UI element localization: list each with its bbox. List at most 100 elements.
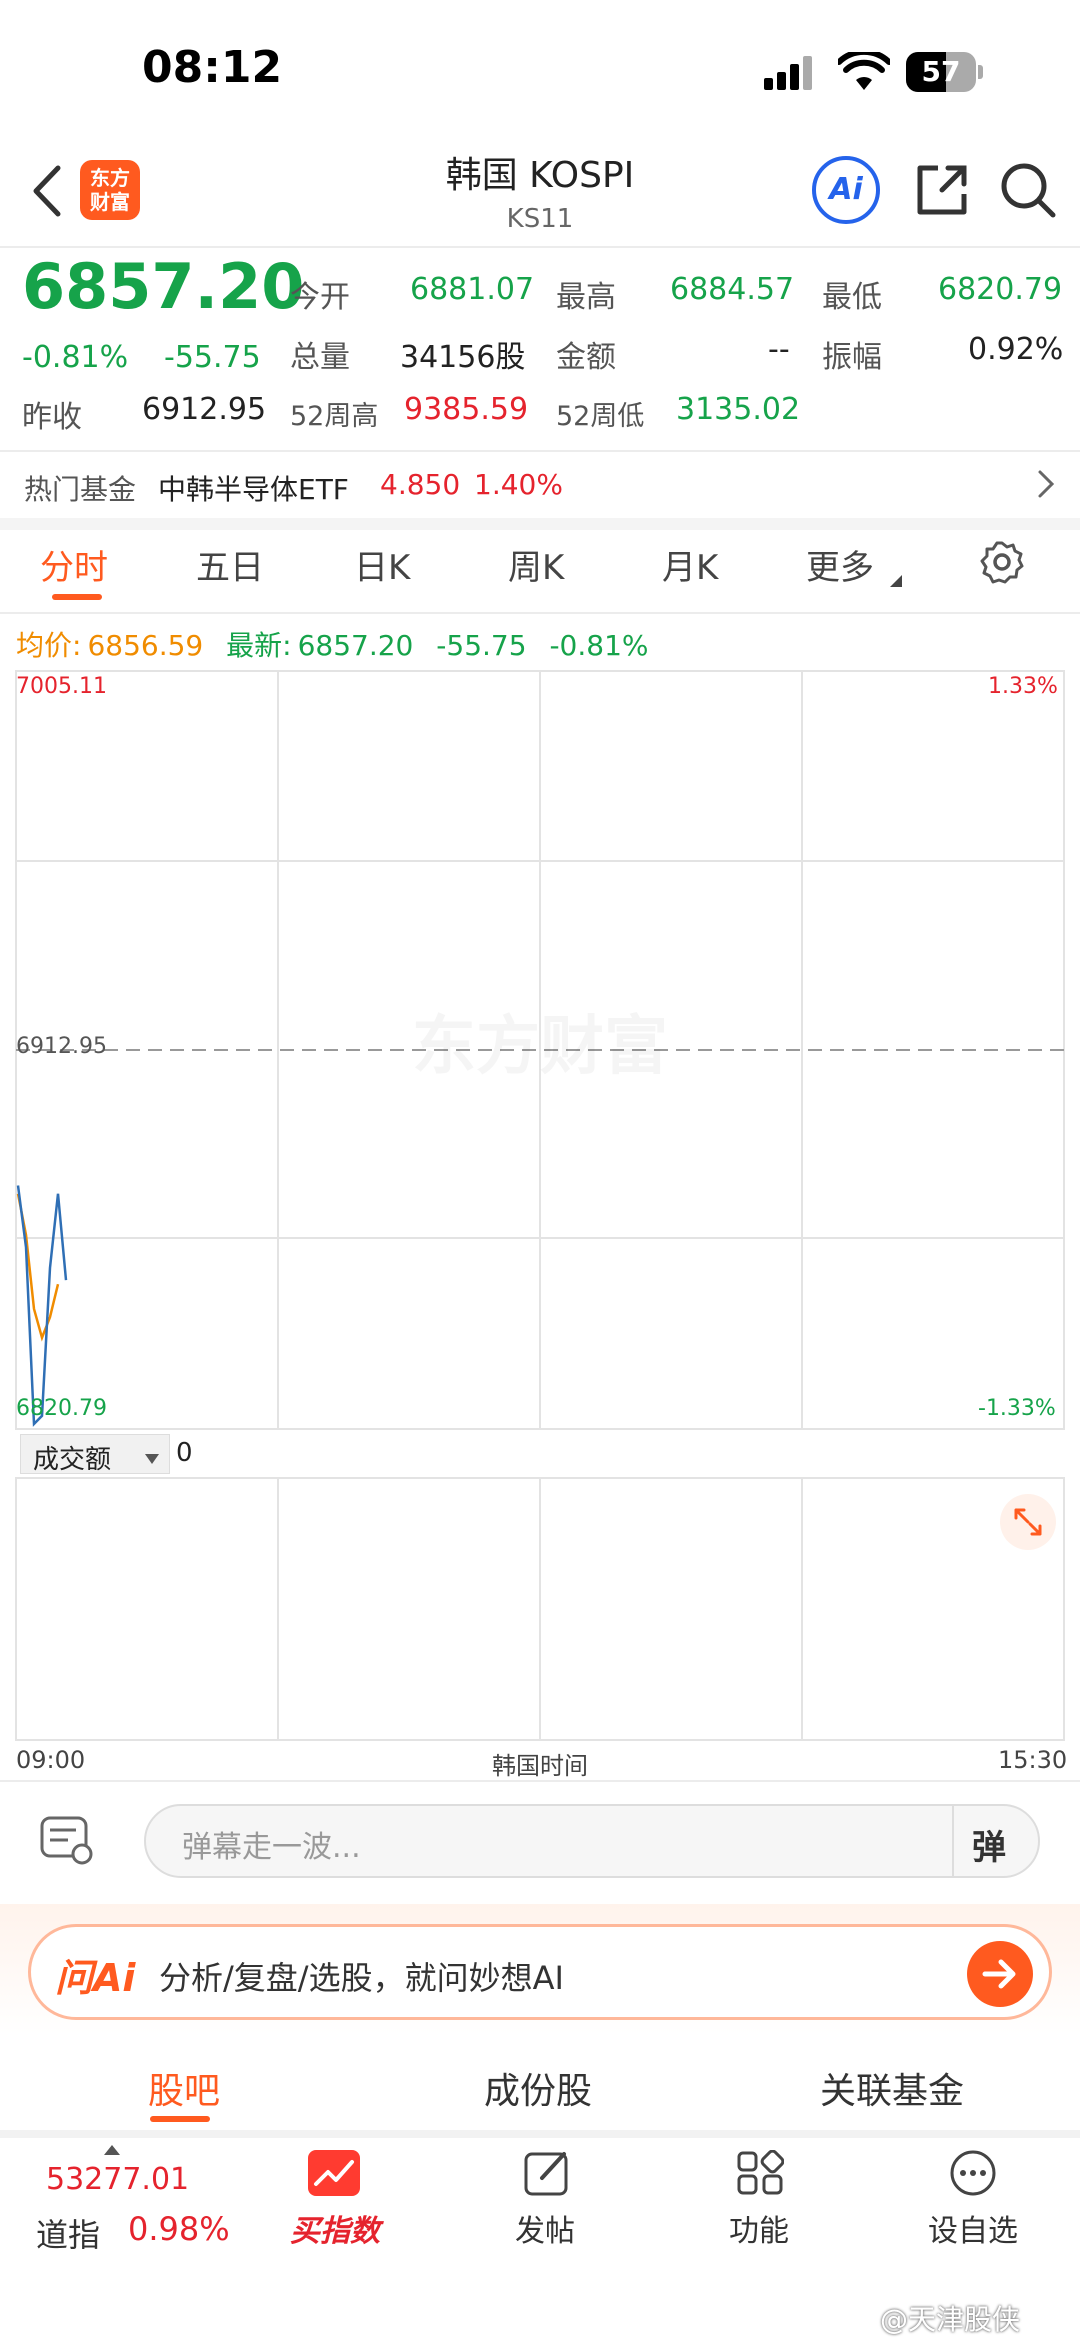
section-tab-underline xyxy=(150,2116,210,2122)
ticker-name: 道指 xyxy=(36,2216,101,2254)
nav-buy-index[interactable]: 买指数 xyxy=(270,2146,400,2276)
avg-label: 均价: xyxy=(16,629,82,662)
section-gap xyxy=(0,518,1080,530)
price-line xyxy=(16,1185,68,1427)
more-icon xyxy=(948,2148,998,2202)
share-icon[interactable] xyxy=(912,160,972,224)
amplitude-label: 振幅 xyxy=(822,340,882,375)
chart-info-line: 均价: 6856.59 最新: 6857.20 -55.75 -0.81% xyxy=(16,624,649,664)
amount-label: 金额 xyxy=(556,340,616,375)
latest-value: 6857.20 xyxy=(297,629,414,662)
open-label: 今开 xyxy=(290,280,350,315)
hot-fund-row[interactable]: 热门基金 中韩半导体ETF 4.850 1.40% xyxy=(0,452,1080,518)
volume-chart xyxy=(0,1476,1080,1742)
intraday-chart[interactable]: 东方财富 7005.11 6912.95 6820.79 1.33% -1.33… xyxy=(0,668,1080,1432)
open-value: 6881.07 xyxy=(410,272,535,307)
danmaku-separator xyxy=(952,1806,954,1876)
y-axis-bottom: 6820.79 xyxy=(16,1396,107,1421)
battery-icon: 57 xyxy=(906,52,983,92)
nav-post-label: 发帖 xyxy=(515,2214,575,2249)
volume-selector-label: 成交额 xyxy=(33,1445,112,1475)
ask-ai-bar[interactable]: 问Ai 分析/复盘/选股，就问妙想AI xyxy=(28,1924,1052,2020)
tab-monthly-k[interactable]: 月K xyxy=(662,540,718,589)
danmaku-toggle-button[interactable]: 弹 xyxy=(972,1820,1006,1869)
hot-fund-pct: 1.40% xyxy=(474,468,563,501)
volume-label: 总量 xyxy=(290,340,350,375)
status-time: 08:12 xyxy=(142,42,283,93)
danmaku-settings-icon[interactable] xyxy=(38,1812,96,1874)
w52-high-label: 52周高 xyxy=(290,401,379,432)
x-axis-end: 15:30 xyxy=(998,1746,1068,1774)
ticker-pct: 0.98% xyxy=(128,2210,230,2248)
danmaku-input[interactable]: 弹幕走一波... 弹 xyxy=(144,1804,1040,1878)
volume-value: 34156股 xyxy=(400,340,526,375)
tab-underline xyxy=(52,594,102,600)
amplitude-value: 0.92% xyxy=(968,332,1064,367)
caret-down-icon xyxy=(890,572,902,591)
nav-buy-index-label: 买指数 xyxy=(290,2214,380,2249)
latest-change: -55.75 xyxy=(436,629,527,662)
header-divider xyxy=(0,246,1080,248)
volume-selector[interactable]: 成交额 xyxy=(20,1434,170,1475)
w52-high-value: 9385.59 xyxy=(404,392,529,427)
ask-ai-logo: 问Ai xyxy=(55,1956,136,2000)
hot-fund-name: 中韩半导体ETF xyxy=(158,473,349,506)
ai-button[interactable]: Ai xyxy=(812,156,880,224)
tab-five-day[interactable]: 五日 xyxy=(196,540,264,589)
wifi-icon xyxy=(836,48,892,96)
pct-axis-bottom: -1.33% xyxy=(978,1396,1056,1421)
y-axis-top: 7005.11 xyxy=(16,674,107,699)
volume-panel-value: 0 xyxy=(176,1438,193,1468)
latest-label: 最新: xyxy=(226,629,292,662)
nav-functions[interactable]: 功能 xyxy=(694,2146,824,2276)
tabs-divider xyxy=(0,612,1080,614)
danmaku-placeholder: 弹幕走一波... xyxy=(182,1830,361,1865)
expand-icon[interactable] xyxy=(1000,1494,1056,1550)
search-icon[interactable] xyxy=(998,160,1058,224)
tab-constituents[interactable]: 成份股 xyxy=(484,2062,592,2114)
w52-low-label: 52周低 xyxy=(556,401,645,432)
change-amount: -55.75 xyxy=(164,340,261,375)
tab-related-funds[interactable]: 关联基金 xyxy=(820,2062,964,2114)
chart-canvas: 东方财富 xyxy=(15,670,1065,1430)
x-axis-label: 韩国时间 xyxy=(492,1752,588,1780)
nav-divider xyxy=(0,2130,1080,2138)
watermark-logo: 东方财富 xyxy=(412,1010,668,1084)
nav-add-watchlist[interactable]: 设自选 xyxy=(908,2146,1038,2276)
signal-icon xyxy=(764,56,814,94)
change-percent: -0.81% xyxy=(22,340,129,375)
low-label: 最低 xyxy=(822,280,882,315)
nav-add-watchlist-label: 设自选 xyxy=(928,2214,1018,2249)
w52-low-value: 3135.02 xyxy=(676,392,801,427)
tab-weekly-k[interactable]: 周K xyxy=(508,540,564,589)
gear-icon[interactable] xyxy=(980,540,1024,588)
battery-level: 57 xyxy=(921,55,961,88)
edit-icon xyxy=(522,2148,572,2202)
low-value: 6820.79 xyxy=(938,272,1063,307)
current-price: 6857.20 xyxy=(22,250,305,323)
ask-ai-prompt: 分析/复盘/选股，就问妙想AI xyxy=(159,1959,564,1997)
y-axis-mid: 6912.95 xyxy=(16,1034,107,1059)
ticker-price: 53277.01 xyxy=(46,2162,190,2197)
chart-bottom-divider xyxy=(0,1780,1080,1782)
latest-pct: -0.81% xyxy=(549,629,649,662)
arrow-right-icon[interactable] xyxy=(967,1941,1033,2007)
amount-value: -- xyxy=(768,332,790,367)
prev-close-label: 昨收 xyxy=(22,400,82,435)
hot-fund-price: 4.850 xyxy=(380,468,461,501)
avg-value: 6856.59 xyxy=(87,629,204,662)
tab-more[interactable]: 更多 xyxy=(806,540,874,589)
nav-post[interactable]: 发帖 xyxy=(480,2146,610,2276)
high-value: 6884.57 xyxy=(670,272,795,307)
index-ticker[interactable]: 53277.01 道指 0.98% xyxy=(0,2140,230,2280)
prev-close-value: 6912.95 xyxy=(142,392,267,427)
avg-price-line xyxy=(16,1193,60,1342)
nav-functions-label: 功能 xyxy=(729,2214,789,2249)
image-watermark: @天津股侠 xyxy=(880,2303,1021,2336)
tab-daily-k[interactable]: 日K xyxy=(354,540,410,589)
hot-fund-label: 热门基金 xyxy=(24,473,137,506)
tab-intraday[interactable]: 分时 xyxy=(40,540,108,589)
caret-down-icon xyxy=(145,1449,159,1468)
trend-chart-icon xyxy=(308,2150,360,2196)
tab-guba[interactable]: 股吧 xyxy=(148,2062,220,2114)
